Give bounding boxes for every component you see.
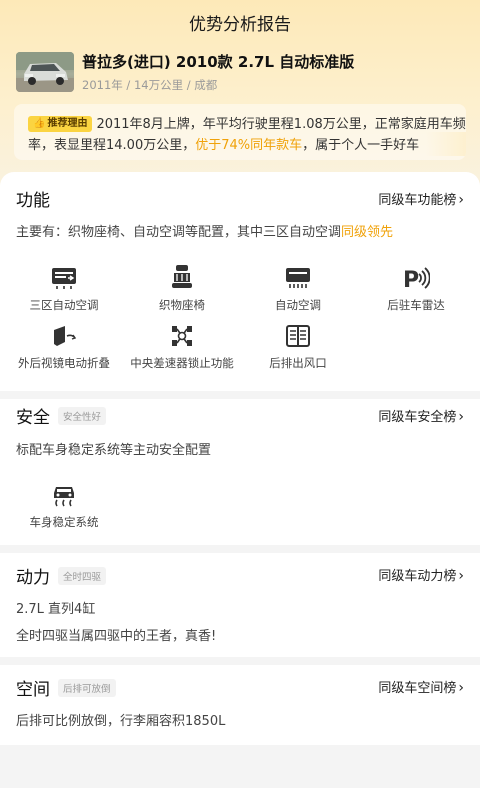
recommend-reason-box: 👍 推荐理由 2011年8月上牌，年平均行驶里程1.08万公里，正常家庭用车频率，表… <box>14 104 466 160</box>
rear-vent-icon <box>286 325 310 347</box>
section-divider <box>0 657 480 665</box>
chevron-right-icon: › <box>458 680 464 696</box>
feature-label: 自动空调 <box>275 298 321 312</box>
safety-desc: 标配车身稳定系统等主动安全配置 <box>16 443 212 458</box>
function-desc-highlight: 同级领先 <box>341 225 394 240</box>
mirror-fold-icon <box>54 326 77 346</box>
safety-rank-link-label: 同级车安全榜 <box>378 410 457 425</box>
chevron-right-icon: › <box>458 568 464 584</box>
function-desc-text: 主要有：织物座椅、自动空调等配置，其中三区自动空调 <box>16 225 342 240</box>
power-section: 动力 全时四驱 同级车动力榜 › 2.7L 直列4缸 全时四驱当属四驱中的王者，真… <box>0 553 480 657</box>
seat-icon <box>172 265 192 288</box>
function-desc: 主要有：织物座椅、自动空调等配置，其中三区自动空调同级领先 <box>16 221 393 240</box>
space-desc: 后排可比例放倒，行李厢容积1850L <box>16 714 226 729</box>
ac-icon <box>286 268 310 288</box>
power-rank-link-label: 同级车动力榜 <box>378 569 457 584</box>
feature-item[interactable]: 中央差速器锁止功能 <box>124 324 240 371</box>
function-section: 功能 同级车功能榜 › 主要有：织物座椅、自动空调等配置，其中三区自动空调同级领先… <box>0 172 480 391</box>
car-title: 普拉多(进口) 2010款 2.7L 自动标准版 <box>82 53 355 71</box>
feature-item[interactable]: 三区自动空调 <box>6 266 122 313</box>
power-desc: 全时四驱当属四驱中的王者，真香! <box>16 629 217 644</box>
space-section: 空间 后排可放倒 同级车空间榜 › 后排可比例放倒，行李厢容积1850L <box>0 665 480 745</box>
feature-item[interactable]: 织物座椅 <box>124 264 240 313</box>
space-title: 空间 <box>16 680 50 700</box>
chevron-right-icon: › <box>458 409 464 425</box>
power-tag: 全时四驱 <box>58 567 107 585</box>
car-meta: 2011年 / 14万公里 / 成都 <box>82 78 218 92</box>
stability-control-icon <box>54 487 74 507</box>
function-title: 功能 <box>16 191 50 211</box>
feature-label: 中央差速器锁止功能 <box>130 356 234 370</box>
feature-item[interactable]: 外后视镜电动折叠 <box>6 324 122 371</box>
power-rank-link[interactable]: 同级车动力榜 › <box>378 565 464 584</box>
space-rank-link[interactable]: 同级车空间榜 › <box>378 677 464 696</box>
reason-text-part2: ，属于个人一手好车 <box>302 138 420 153</box>
function-rank-link-label: 同级车功能榜 <box>378 193 457 208</box>
safety-title: 安全 <box>16 408 50 428</box>
space-rank-link-label: 同级车空间榜 <box>378 681 457 696</box>
section-divider <box>0 545 480 553</box>
feature-label: 车身稳定系统 <box>29 515 99 529</box>
recommend-reason-text: 👍 推荐理由 2011年8月上牌，年平均行驶里程1.08万公里，正常家庭用车频率，表… <box>28 114 466 156</box>
ac-tri-zone-icon <box>52 268 76 289</box>
section-divider <box>0 391 480 399</box>
safety-rank-link[interactable]: 同级车安全榜 › <box>378 406 464 425</box>
parking-radar-icon: P <box>403 267 430 290</box>
page-title: 优势分析报告 <box>189 15 291 35</box>
svg-text:P: P <box>403 268 419 290</box>
function-rank-link[interactable]: 同级车功能榜 › <box>378 189 464 208</box>
feature-label: 三区自动空调 <box>29 298 99 312</box>
thumbs-up-icon: 👍 <box>33 118 46 129</box>
feature-item[interactable]: 车身稳定系统 <box>6 483 122 530</box>
chevron-right-icon: › <box>458 192 464 208</box>
power-title: 动力 <box>16 568 50 588</box>
recommend-reason-tag-label: 推荐理由 <box>47 118 88 129</box>
safety-section: 安全 安全性好 同级车安全榜 › 标配车身稳定系统等主动安全配置 车身稳定系统 <box>0 399 480 545</box>
feature-item[interactable]: 后排出风口 <box>240 324 356 371</box>
car-thumbnail[interactable] <box>16 52 74 92</box>
safety-tag: 安全性好 <box>58 407 107 425</box>
power-engine: 2.7L 直列4缸 <box>16 602 96 617</box>
feature-label: 织物座椅 <box>159 298 205 312</box>
recommend-reason-tag: 👍 推荐理由 <box>28 116 93 132</box>
feature-item[interactable]: P 后驻车雷达 <box>358 266 474 313</box>
reason-fade <box>426 132 466 156</box>
feature-label: 后排出风口 <box>269 356 327 370</box>
feature-label: 外后视镜电动折叠 <box>18 356 110 370</box>
space-tag: 后排可放倒 <box>58 679 116 697</box>
diff-lock-icon <box>172 326 192 346</box>
feature-label: 后驻车雷达 <box>387 298 445 312</box>
feature-item[interactable]: 自动空调 <box>240 266 356 313</box>
reason-highlight: 优于74%同年款车 <box>195 138 303 153</box>
